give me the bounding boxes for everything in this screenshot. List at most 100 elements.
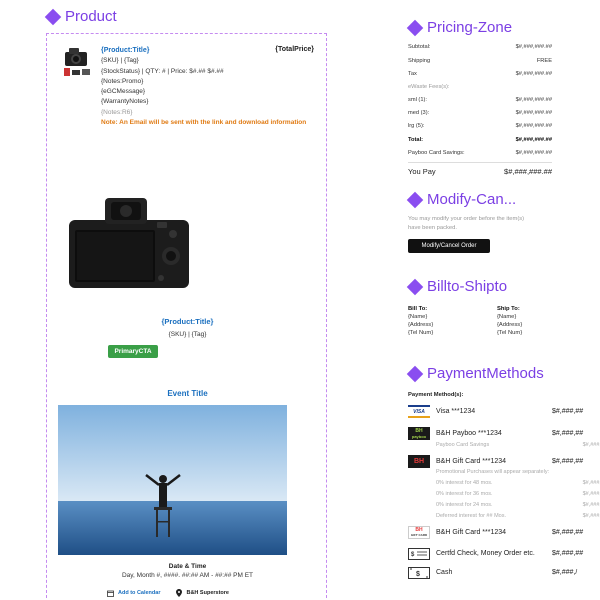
svg-text:$: $: [416, 571, 420, 578]
interest-label: 0% interest for 24 mos.: [436, 502, 493, 508]
pricing-value: $#,###,###.##: [515, 137, 552, 143]
payment-method-amount: $#,###,##: [552, 408, 584, 415]
pricing-row-total: Total: $#,###,###.##: [408, 137, 552, 143]
pricing-label: Total:: [408, 137, 424, 143]
payment-heading: PaymentMethods: [406, 365, 544, 382]
payboo-savings-amount: $#,###,#: [582, 442, 600, 448]
pricing-row-med: med (3): $#,###,###.##: [408, 110, 552, 116]
bill-to-label: Bill To:: [408, 306, 428, 312]
pricing-value: $#,###,###.##: [515, 110, 552, 116]
cash-icon: $: [408, 566, 430, 579]
store-location[interactable]: B&H Superstore: [176, 589, 229, 597]
interest-row: 0% interest for 24 mos. $#,###,#: [436, 502, 600, 508]
modify-cancel-button[interactable]: Modify/Cancel Order: [408, 239, 490, 253]
pricing-label: Payboo Card Savings:: [408, 150, 465, 156]
modify-text: You may modify your order before the ite…: [408, 216, 525, 231]
gift-card-logo-text: GIFT CARD: [410, 532, 428, 537]
bill-to-name: {Name}: [408, 314, 428, 320]
item2-title[interactable]: {Product:Title}: [47, 317, 328, 326]
billto-heading: Billto-Shipto: [406, 278, 508, 295]
calendar-icon: [107, 590, 114, 597]
payment-method-name: Cash: [436, 569, 453, 576]
pricing-divider: [408, 162, 552, 163]
payment-row-visa: VISA Visa ***1234 $#,###,##: [408, 405, 600, 418]
location-pin-icon: [176, 589, 183, 597]
pricing-value: $#,###,###.##: [515, 97, 552, 103]
pricing-label: lrg (5):: [408, 123, 425, 129]
you-pay-row: You Pay $#,###,###.##: [408, 167, 552, 176]
interest-amount: $#,###,#: [582, 513, 600, 519]
add-to-calendar-link[interactable]: Add to Calendar: [107, 590, 160, 597]
payboo-logo-text: payboo: [411, 433, 427, 439]
pricing-heading-label: Pricing-Zone: [427, 19, 513, 36]
visa-icon: VISA: [408, 405, 430, 418]
interest-row: Deferred interest for ## Mos. $#,###,#: [436, 513, 600, 519]
cart-item-warranty-notes: {WarrantyNotes}: [101, 98, 149, 106]
pricing-label: Shipping: [408, 58, 431, 64]
payment-method-amount: $#,###,/: [552, 569, 578, 576]
pricing-row-lrg: lrg (5): $#,###,###.##: [408, 123, 552, 129]
pricing-row-ewaste: eWaste Fees(s):: [408, 84, 552, 90]
pricing-row-sml: sml (1): $#,###,###.##: [408, 97, 552, 103]
event-title: Event Title: [167, 389, 208, 398]
pricing-label: med (3):: [408, 110, 430, 116]
pricing-row-shipping: Shipping FREE: [408, 58, 552, 64]
payment-heading-label: PaymentMethods: [427, 365, 544, 382]
pricing-label: eWaste Fees(s):: [408, 84, 450, 90]
interest-label: 0% interest for 48 mos.: [436, 480, 493, 486]
cart-item-notes-r6: {Notes:R6}: [101, 108, 133, 116]
pricing-row-payboo: Payboo Card Savings: $#,###,###.##: [408, 150, 552, 156]
payment-method-name: B&H Payboo ***1234: [436, 430, 502, 437]
product-thumbnail[interactable]: [63, 46, 93, 80]
payboo-savings-label: Payboo Card Savings: [436, 442, 490, 448]
payment-method-amount: $#,###,##: [552, 458, 584, 465]
primary-cta-button[interactable]: PrimaryCTA: [108, 345, 158, 358]
interest-amount: $#,###,#: [582, 491, 600, 497]
diamond-icon: [406, 19, 424, 36]
total-price: {TotalPrice}: [275, 46, 314, 53]
payment-method-name: B&H Gift Card ***1234: [436, 458, 507, 465]
pricing-value: $#,###,###.##: [515, 150, 552, 156]
cart-item-stock: {StockStatus} | QTY: # | Price: $#.## $#…: [101, 67, 224, 75]
add-to-calendar-label: Add to Calendar: [118, 590, 161, 596]
pricing-label: Subtotal:: [408, 44, 431, 50]
payment-method-amount: $#,###,##: [552, 430, 584, 437]
check-icon: $: [408, 547, 430, 560]
bill-to-tel: {Tel Num}: [408, 330, 434, 336]
ship-to-name: {Name}: [497, 314, 517, 320]
ship-to-block: Ship To: {Name} {Address} {Tel Num}: [497, 305, 522, 337]
payment-row-cash: $ Cash $#,###,/: [408, 566, 600, 579]
diamond-icon: [406, 278, 424, 295]
payment-row-gift-card-2: BH GIFT CARD B&H Gift Card ***1234 $#,###…: [408, 526, 600, 539]
interest-row: 0% interest for 48 mos. $#,###,#: [436, 480, 600, 486]
interest-amount: $#,###,#: [582, 480, 600, 486]
pricing-label: Tax: [408, 71, 417, 77]
payment-method-amount: $#,###,##: [552, 529, 584, 536]
pricing-value: FREE: [536, 58, 552, 64]
promo-note-text: Promotional Purchases will appear separa…: [436, 469, 550, 475]
promo-note: Promotional Purchases will appear separa…: [436, 469, 600, 475]
cart-item-egc-message: {eGCMessage}: [101, 88, 146, 96]
cart-item-info: {Product:Title} {SKU} | {Tag} {StockStat…: [101, 46, 321, 128]
pricing-value: $#,###,###.##: [515, 123, 552, 129]
pricing-row-tax: Tax $#,###,###.##: [408, 71, 552, 77]
diamond-icon: [44, 8, 62, 25]
diamond-icon: [406, 191, 424, 208]
payment-method-label: Payment Method(s):: [408, 392, 464, 398]
payboo-card-icon: BH payboo: [408, 427, 430, 440]
payment-row-payboo: BH payboo B&H Payboo ***1234 $#,###,##: [408, 427, 600, 440]
modify-heading-label: Modify-Can...: [427, 191, 517, 208]
event-image: [58, 405, 287, 555]
interest-amount: $#,###,#: [582, 502, 600, 508]
ship-to-address: {Address}: [497, 322, 523, 328]
payment-row-check: $ Certfd Check, Money Order etc. $#,###,…: [408, 547, 600, 560]
ship-to-tel: {Tel Num}: [497, 330, 523, 336]
event-actions: Add to Calendar B&H Superstore: [107, 589, 229, 597]
bh-gift-card-icon: BH: [408, 455, 430, 468]
pricing-row-subtotal: Subtotal: $#,###,###.##: [408, 44, 552, 50]
item2-sku: {SKU} | {Tag}: [168, 331, 207, 338]
payment-method-name: Certfd Check, Money Order etc.: [436, 550, 535, 557]
product-image[interactable]: [65, 194, 193, 292]
event-date: Day, Month #, ####. ##:## AM - ##:## PM …: [121, 572, 254, 579]
billto-heading-label: Billto-Shipto: [427, 278, 508, 295]
